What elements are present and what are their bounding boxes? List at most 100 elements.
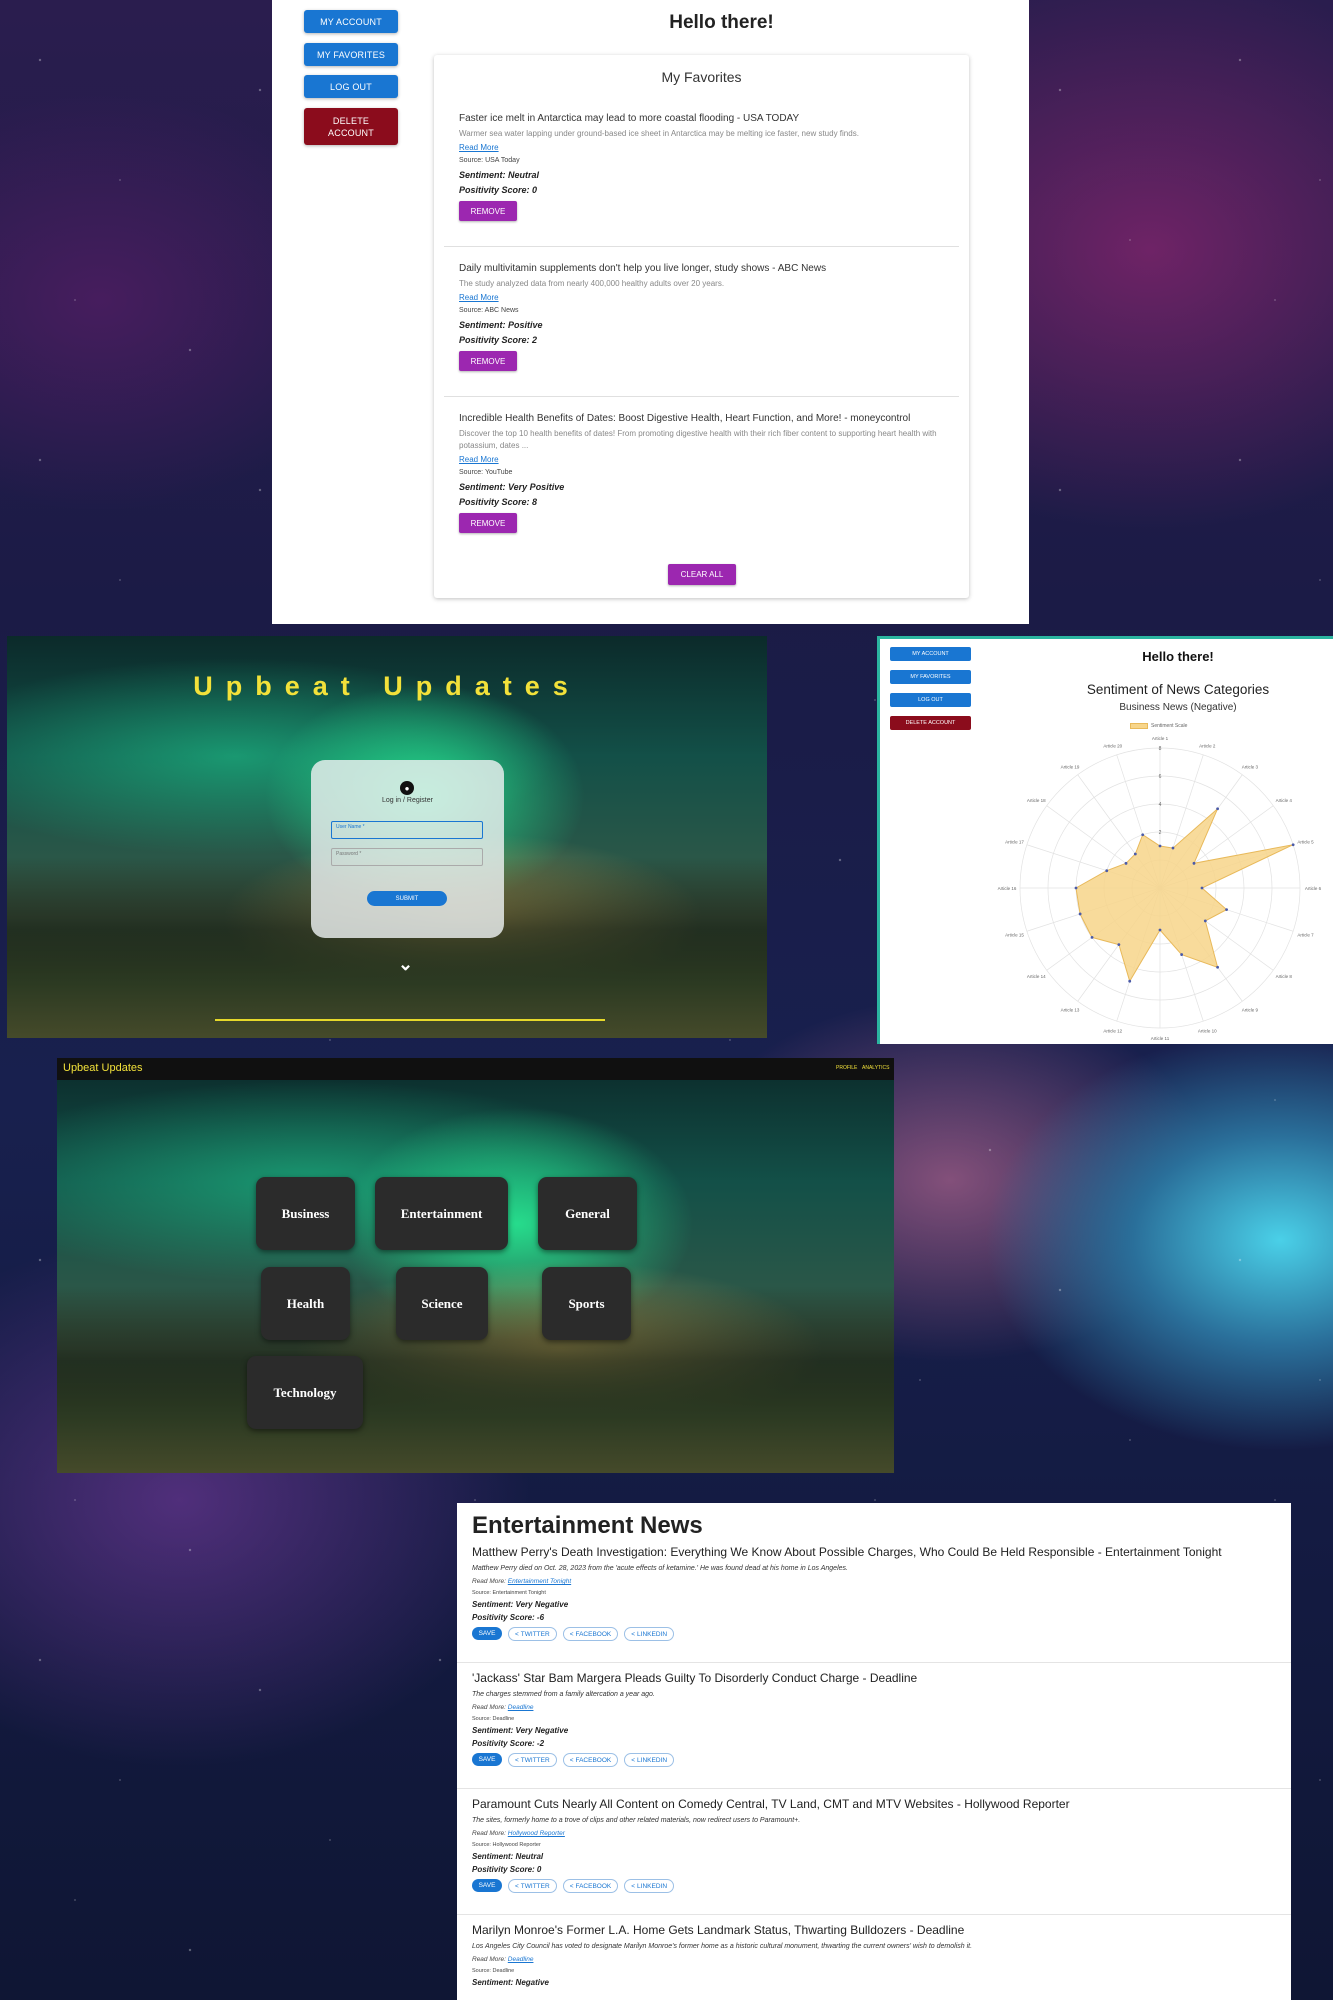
favorites-card: My Favorites Faster ice melt in Antarcti…	[434, 55, 969, 598]
share-linkedin-button[interactable]: < LINKEDIN	[624, 1879, 675, 1893]
share-icon: <	[515, 1756, 519, 1764]
share-facebook-button[interactable]: < FACEBOOK	[562, 1879, 619, 1893]
radar-data-point	[1216, 807, 1220, 811]
radar-axis-label: Article 20	[1103, 743, 1122, 748]
app-title: Upbeat Updates	[193, 671, 581, 701]
article-sentiment: Sentiment: Very Negative	[472, 1726, 569, 1735]
news-page: Entertainment News Matthew Perry's Death…	[457, 1503, 1291, 2000]
category-business[interactable]: Business	[256, 1177, 355, 1250]
read-more-label: Read More:	[472, 1830, 506, 1837]
share-icon: <	[569, 1882, 574, 1890]
divider	[457, 1914, 1291, 1915]
divider	[444, 246, 959, 247]
radar-axis-label: Article 3	[1242, 765, 1259, 770]
share-twitter-button[interactable]: < TWITTER	[508, 1753, 557, 1767]
share-linkedin-button[interactable]: < LINKEDIN	[624, 1627, 675, 1641]
article-source: Source: Entertainment Tonight	[472, 1590, 546, 1596]
read-more-link[interactable]: Hollywood Reporter	[508, 1830, 565, 1837]
radar-series-area	[1075, 808, 1294, 983]
login-page: Upbeat Updates ● Log in / Register User …	[7, 636, 767, 1038]
article-actions: SAVE < TWITTER < FACEBOOK < LINKEDIN	[472, 1879, 1282, 1893]
clear-all-button[interactable]: CLEAR ALL	[668, 564, 736, 585]
radar-axis-label: Article 17	[1005, 840, 1024, 845]
radar-axis-label: Article 2	[1199, 743, 1216, 748]
category-entertainment[interactable]: Entertainment	[375, 1177, 508, 1250]
read-more-link[interactable]: Read More	[459, 455, 954, 464]
radar-axis-label: Article 1	[1152, 736, 1169, 741]
log-out-button[interactable]: LOG OUT	[304, 75, 398, 98]
login-form: ● Log in / Register User Name * Password…	[311, 760, 504, 938]
nav-profile[interactable]: PROFILE	[836, 1065, 857, 1071]
news-article: Marilyn Monroe's Former L.A. Home Gets L…	[472, 1923, 1282, 1987]
radar-data-point	[1078, 912, 1082, 916]
category-technology[interactable]: Technology	[247, 1356, 363, 1429]
radar-data-point	[1158, 844, 1162, 848]
my-favorites-button[interactable]: MY FAVORITES	[304, 43, 398, 66]
favorite-source: Source: USA Today	[459, 157, 520, 164]
share-facebook-label: FACEBOOK	[575, 1882, 612, 1890]
favorite-sentiment: Sentiment: Neutral	[459, 170, 540, 180]
favorite-description: Warmer sea water lapping under ground-ba…	[459, 129, 859, 138]
category-health[interactable]: Health	[261, 1267, 350, 1340]
login-heading: Log in / Register	[382, 797, 433, 804]
article-description: Los Angeles City Council has voted to de…	[472, 1943, 973, 1950]
article-actions: SAVE < TWITTER < FACEBOOK < LINKEDIN	[472, 1753, 1282, 1767]
share-facebook-button[interactable]: < FACEBOOK	[562, 1627, 619, 1641]
share-icon: <	[515, 1882, 519, 1890]
article-score: Positivity Score: -6	[472, 1613, 545, 1622]
page-title: Entertainment News	[472, 1512, 703, 1539]
radar-data-point	[1225, 908, 1228, 912]
read-more-link[interactable]: Deadline	[508, 1956, 534, 1963]
delete-account-button[interactable]: DELETE ACCOUNT	[304, 108, 398, 145]
article-description: The charges stemmed from a family alterc…	[472, 1691, 655, 1698]
remove-button[interactable]: REMOVE	[459, 201, 517, 221]
remove-button[interactable]: REMOVE	[459, 513, 517, 533]
article-source: Source: Deadline	[472, 1968, 515, 1974]
read-more-link[interactable]: Read More	[459, 143, 954, 152]
submit-button[interactable]: SUBMIT	[367, 891, 447, 906]
save-button[interactable]: SAVE	[472, 1753, 502, 1766]
save-button[interactable]: SAVE	[472, 1879, 502, 1892]
brand-logo-text[interactable]: Upbeat Updates	[63, 1062, 143, 1074]
share-icon: <	[569, 1630, 574, 1638]
user-icon: ●	[400, 781, 414, 795]
top-nav-bar: Upbeat Updates PROFILE ANALYTICS	[57, 1058, 894, 1080]
my-account-button[interactable]: MY ACCOUNT	[304, 10, 398, 33]
radar-data-point	[1090, 935, 1094, 939]
save-button[interactable]: SAVE	[472, 1627, 502, 1640]
share-linkedin-label: LINKEDIN	[637, 1630, 668, 1638]
read-more-label: Read More:	[472, 1704, 506, 1711]
radar-data-point	[1158, 928, 1162, 932]
favorite-source: Source: ABC News	[459, 307, 519, 314]
article-title: Marilyn Monroe's Former L.A. Home Gets L…	[472, 1923, 965, 1937]
read-more-link[interactable]: Read More	[459, 293, 954, 302]
share-linkedin-label: LINKEDIN	[637, 1756, 668, 1764]
share-linkedin-button[interactable]: < LINKEDIN	[624, 1753, 675, 1767]
favorites-page: MY ACCOUNT MY FAVORITES LOG OUT DELETE A…	[272, 0, 1029, 624]
chevron-down-icon[interactable]: ⌄	[398, 954, 413, 975]
divider	[457, 1788, 1291, 1789]
radar-data-point	[1180, 953, 1184, 956]
category-science[interactable]: Science	[396, 1267, 488, 1340]
share-twitter-button[interactable]: < TWITTER	[508, 1879, 557, 1893]
remove-button[interactable]: REMOVE	[459, 351, 517, 371]
read-more-link[interactable]: Deadline	[508, 1704, 534, 1711]
read-more-link[interactable]: Entertainment Tonight	[508, 1578, 571, 1585]
category-general[interactable]: General	[538, 1177, 637, 1250]
radar-axis-label: Article 8	[1276, 974, 1293, 979]
radar-axis-label: Article 16	[998, 886, 1017, 891]
radar-axis-label: Article 15	[1005, 932, 1024, 937]
share-facebook-button[interactable]: < FACEBOOK	[562, 1753, 619, 1767]
category-sports[interactable]: Sports	[542, 1267, 631, 1340]
password-field[interactable]: Password *	[331, 848, 483, 866]
nav-analytics[interactable]: ANALYTICS	[862, 1065, 889, 1071]
share-linkedin-label: LINKEDIN	[637, 1882, 668, 1890]
share-twitter-label: TWITTER	[520, 1756, 550, 1764]
share-twitter-button[interactable]: < TWITTER	[508, 1627, 557, 1641]
username-field[interactable]: User Name *	[331, 821, 483, 839]
divider	[457, 1662, 1291, 1663]
radar-axis-label: Article 6	[1305, 886, 1322, 891]
favorite-score: Positivity Score: 8	[459, 497, 538, 507]
share-icon: <	[631, 1756, 636, 1764]
radar-data-point	[1074, 886, 1078, 890]
